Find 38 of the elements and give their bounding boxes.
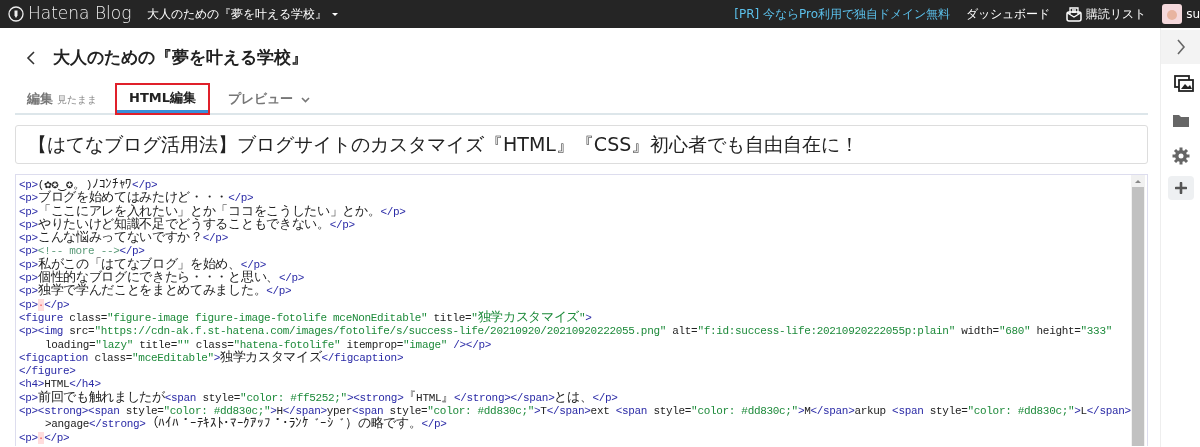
editor-tab[interactable]: プレビュー	[215, 85, 322, 113]
add-icon	[1175, 182, 1187, 194]
settings-icon	[1171, 147, 1190, 165]
code-line: <p>独学で学んだことをまとめてみました。</p>	[19, 285, 293, 299]
code-line: loading="lazy" title="" class="hatena-fotolife" itemprop="image" /></p>	[44, 338, 492, 351]
logo-icon	[8, 6, 24, 22]
back-icon[interactable]	[25, 50, 37, 66]
code-line: <p><!-- more --></p>	[19, 245, 145, 258]
title-field[interactable]: 【はてなブログ活用法】ブログサイトのカスタマイズ『HTML』『CSS』初心者でも自由自在に！	[15, 125, 1148, 164]
code-line: </figure>	[19, 365, 77, 379]
inbox-icon	[1066, 6, 1083, 22]
editor-tab[interactable]: 編集 見たまま	[15, 85, 109, 113]
dashboard-link[interactable]: ダッシュボード	[966, 5, 1051, 23]
page-title: 大人のための『夢を叶える学校』	[53, 46, 308, 70]
blog-name-menu[interactable]: 大人のための『夢を叶える学校』	[147, 5, 328, 23]
code-line: <p><img src="https://cdn-ak.f.st-hatena.com/images/fotolife/s/success-life/20210920/20210920222055.png" alt="f:id:success-life:20210920222055p:plain" width="680" height="333"	[19, 325, 1113, 339]
reading-list-link[interactable]: 購読リスト	[1086, 5, 1147, 23]
code-line: <p>「ここにアレを入れたい」とか「ココをこうしたい」とか。</p>	[19, 205, 407, 219]
chevron-icon	[1176, 39, 1186, 55]
user-name[interactable]: su	[1186, 5, 1200, 23]
code-line: <h4>HTML</h4>	[19, 378, 101, 391]
scrollbar[interactable]	[1131, 175, 1145, 446]
brand-name[interactable]: Hatena Blog	[28, 1, 132, 27]
code-line: <p>·</p>	[19, 298, 71, 312]
caret-icon	[331, 11, 340, 17]
code-line: <figcaption class="mceEditable">独学カスタマイズ</figcaption>	[19, 351, 405, 366]
images-icon	[1173, 75, 1194, 93]
editor-tab[interactable]: HTML編集	[117, 85, 208, 113]
code-line: <p>·</p>	[19, 431, 71, 445]
code-line: <figure class="figure-image figure-image-fotolife mceNonEditable" title="独学カスタマイズ">	[19, 311, 593, 326]
code-line: <p>こんな悩みってないですか？</p>	[19, 232, 229, 246]
sidebar-button[interactable]	[1168, 176, 1194, 200]
folder-icon	[1171, 112, 1190, 128]
code-line: <p>前回でも触れましたが<span style="color: #ff5252;"><strong>『HTML』</strong></span>とは、</p>	[19, 391, 619, 406]
avatar-icon[interactable]	[1162, 4, 1183, 24]
promo-link[interactable]: [PR] 今ならPro利用で独自ドメイン無料	[734, 5, 951, 23]
code-line: >angage</strong>（ﾊｲﾊﾟｰﾃｷｽﾄ･ﾏｰｸｱｯﾌﾟ･ﾗﾝｹﾞｰｼﾞ）の略です。</p>	[44, 418, 448, 432]
code-editor[interactable]	[16, 175, 1131, 446]
